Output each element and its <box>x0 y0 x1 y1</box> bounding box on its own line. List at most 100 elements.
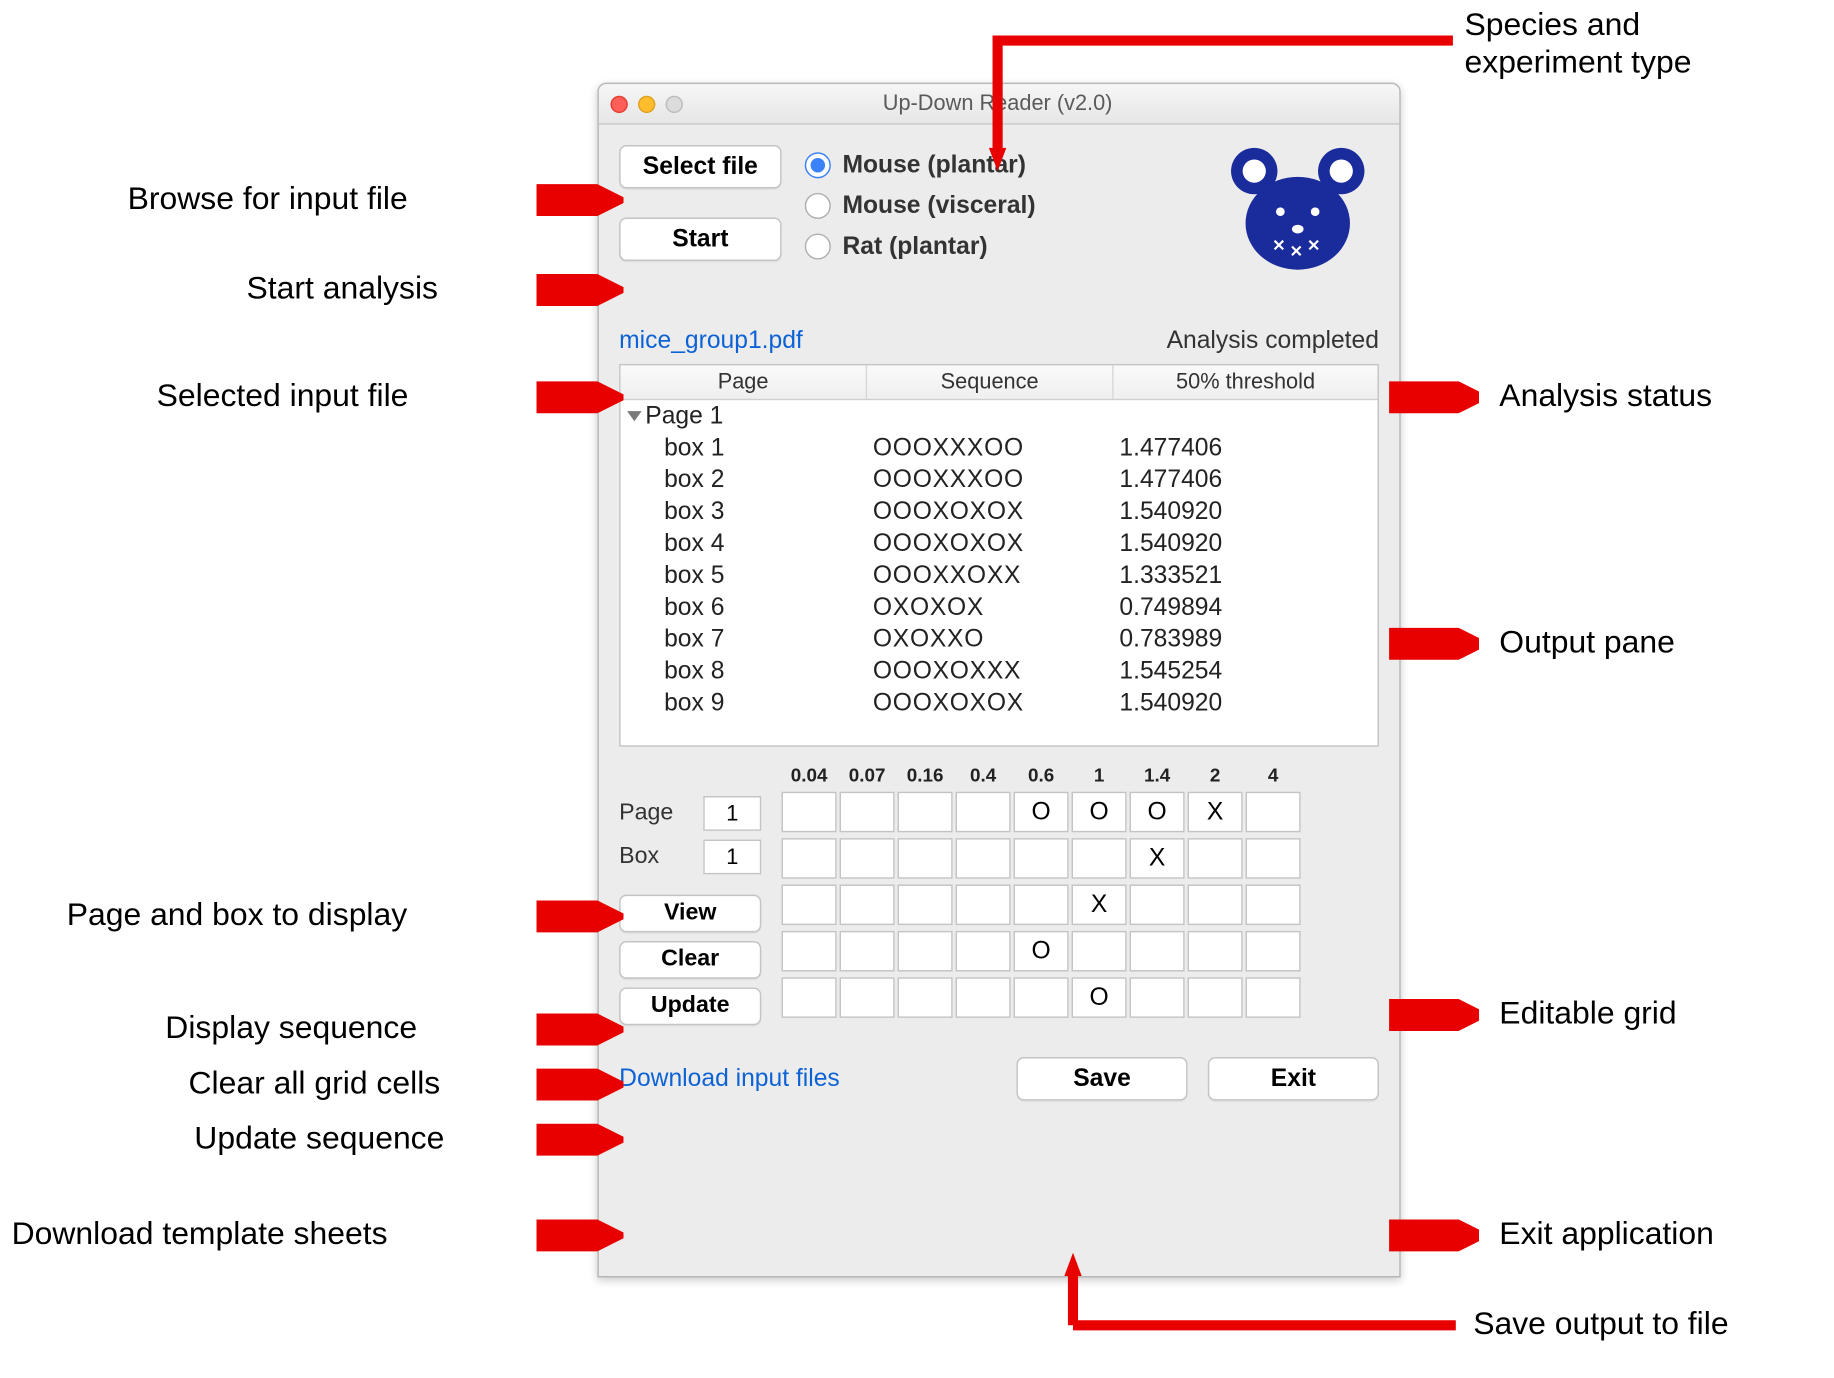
table-row[interactable]: box 8OOOXOXXX1.545254 <box>621 655 1378 687</box>
grid-cell[interactable] <box>782 885 837 926</box>
ann-exit: Exit application <box>1499 1215 1714 1253</box>
cell-threshold: 1.540920 <box>1119 497 1371 526</box>
grid-cell[interactable] <box>956 977 1011 1018</box>
grid-cell[interactable] <box>1188 838 1243 879</box>
cell-sequence: OOOXXOXX <box>873 561 1120 590</box>
grid-cell[interactable] <box>782 792 837 833</box>
radio-rat-plantar[interactable]: Rat (plantar) <box>805 232 1036 261</box>
table-row[interactable]: box 7OXOXXO0.783989 <box>621 624 1378 656</box>
radio-mouse-visceral[interactable]: Mouse (visceral) <box>805 191 1036 220</box>
ann-clear: Clear all grid cells <box>189 1064 441 1102</box>
table-row[interactable]: box 1OOOXXXOO1.477406 <box>621 432 1378 464</box>
download-templates-link[interactable]: Download input files <box>619 1064 840 1093</box>
grid-cell[interactable] <box>782 838 837 879</box>
update-button[interactable]: Update <box>619 987 761 1025</box>
grid-cell[interactable] <box>1014 885 1069 926</box>
selected-file-link[interactable]: mice_group1.pdf <box>619 326 803 355</box>
grid-cell[interactable] <box>1072 838 1127 879</box>
clear-button[interactable]: Clear <box>619 941 761 979</box>
table-row[interactable]: box 2OOOXXXOO1.477406 <box>621 464 1378 496</box>
ann-save: Save output to file <box>1473 1305 1728 1343</box>
grid-cell[interactable]: X <box>1072 885 1127 926</box>
grid-cell[interactable] <box>1188 977 1243 1018</box>
grid-cell[interactable] <box>782 931 837 972</box>
grid-cell[interactable] <box>1130 977 1185 1018</box>
start-button[interactable]: Start <box>619 218 781 262</box>
grid-cell[interactable] <box>1072 931 1127 972</box>
grid-cell[interactable] <box>840 931 895 972</box>
grid-cell[interactable] <box>840 885 895 926</box>
grid-cell[interactable]: O <box>1014 792 1069 833</box>
box-input[interactable]: 1 <box>703 840 761 875</box>
grid-header: 2 <box>1188 764 1243 786</box>
grid-cell[interactable] <box>956 931 1011 972</box>
ann-pagebox: Page and box to display <box>67 896 408 934</box>
select-file-button[interactable]: Select file <box>619 145 781 189</box>
grid-cell[interactable] <box>898 838 953 879</box>
grid-cell[interactable] <box>782 977 837 1018</box>
grid-cell[interactable] <box>898 792 953 833</box>
radio-icon <box>805 152 831 178</box>
table-row[interactable]: box 4OOOXOXOX1.540920 <box>621 528 1378 560</box>
ann-download: Download template sheets <box>12 1215 388 1253</box>
save-button[interactable]: Save <box>1016 1057 1187 1101</box>
page-input[interactable]: 1 <box>703 796 761 831</box>
grid-cell[interactable] <box>1188 931 1243 972</box>
grid-cell[interactable]: O <box>1072 977 1127 1018</box>
page-group-header[interactable]: Page 1 <box>621 400 1378 432</box>
grid-cell[interactable] <box>956 792 1011 833</box>
table-row[interactable]: box 3OOOXOXOX1.540920 <box>621 496 1378 528</box>
grid-cell[interactable] <box>1246 838 1301 879</box>
cell-threshold: 0.783989 <box>1119 625 1371 654</box>
grid-cell[interactable] <box>898 931 953 972</box>
radio-label: Rat (plantar) <box>842 232 987 261</box>
grid-cell[interactable] <box>1246 885 1301 926</box>
cell-threshold: 1.477406 <box>1119 434 1371 463</box>
grid-cell[interactable] <box>840 977 895 1018</box>
cell-box: box 5 <box>626 561 873 590</box>
editable-grid[interactable]: OOOXXXOO <box>782 792 1379 1018</box>
grid-cell[interactable] <box>1130 931 1185 972</box>
cell-box: box 6 <box>626 593 873 622</box>
grid-cell[interactable] <box>898 977 953 1018</box>
ann-status: Analysis status <box>1499 377 1712 415</box>
table-row[interactable]: box 6OXOXOX0.749894 <box>621 592 1378 624</box>
grid-cell[interactable] <box>1246 931 1301 972</box>
grid-cell[interactable] <box>956 885 1011 926</box>
ann-selected: Selected input file <box>157 377 409 415</box>
table-row[interactable]: box 9OOOXOXOX1.540920 <box>621 687 1378 719</box>
cell-sequence: OOOXXXOO <box>873 465 1120 494</box>
radio-icon <box>805 233 831 259</box>
grid-cell[interactable] <box>1188 885 1243 926</box>
grid-cell[interactable] <box>1130 885 1185 926</box>
grid-cell[interactable] <box>1014 838 1069 879</box>
grid-cell[interactable]: X <box>1188 792 1243 833</box>
th-threshold: 50% threshold <box>1114 365 1378 398</box>
grid-cell[interactable] <box>898 885 953 926</box>
grid-cell[interactable] <box>1246 792 1301 833</box>
table-row[interactable]: box 5OOOXXOXX1.333521 <box>621 560 1378 592</box>
grid-cell[interactable] <box>840 792 895 833</box>
cell-threshold: 1.333521 <box>1119 561 1371 590</box>
grid-cell[interactable]: O <box>1072 792 1127 833</box>
output-table[interactable]: Page Sequence 50% threshold Page 1 box 1… <box>619 364 1379 747</box>
cell-sequence: OOOXXXOO <box>873 434 1120 463</box>
ann-species: Species and experiment type <box>1465 6 1692 81</box>
radio-icon <box>805 193 831 219</box>
cell-threshold: 1.477406 <box>1119 465 1371 494</box>
grid-cell[interactable] <box>956 838 1011 879</box>
grid-cell[interactable]: O <box>1130 792 1185 833</box>
grid-cell[interactable]: X <box>1130 838 1185 879</box>
cell-box: box 9 <box>626 689 873 718</box>
ann-output: Output pane <box>1499 624 1675 662</box>
grid-cell[interactable] <box>840 838 895 879</box>
view-button[interactable]: View <box>619 895 761 933</box>
cell-sequence: OOOXOXXX <box>873 657 1120 686</box>
grid-header: 0.04 <box>782 764 837 786</box>
close-icon[interactable] <box>610 95 627 112</box>
grid-cell[interactable] <box>1246 977 1301 1018</box>
cell-box: box 8 <box>626 657 873 686</box>
grid-cell[interactable]: O <box>1014 931 1069 972</box>
grid-cell[interactable] <box>1014 977 1069 1018</box>
exit-button[interactable]: Exit <box>1208 1057 1379 1101</box>
